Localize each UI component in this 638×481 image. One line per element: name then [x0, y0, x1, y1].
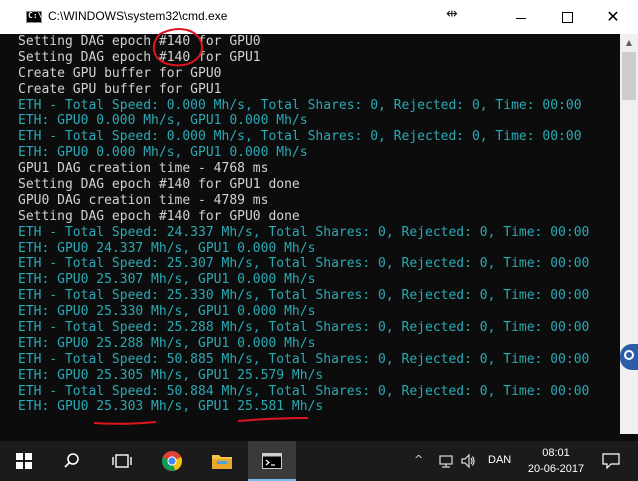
console-lines: Setting DAG epoch #140 for GPU0 Setting D… [18, 34, 589, 415]
edge-tab-widget[interactable] [620, 344, 638, 370]
search-button[interactable] [48, 441, 96, 481]
chrome-icon [161, 451, 183, 471]
volume-icon[interactable] [460, 453, 476, 469]
close-button[interactable]: ✕ [590, 0, 636, 34]
console-line: Setting DAG epoch #140 for GPU1 done [18, 177, 300, 193]
action-center-button[interactable] [596, 441, 626, 481]
cmd-icon [262, 453, 282, 469]
console-line: ETH - Total Speed: 25.330 Mh/s, Total Sh… [18, 288, 590, 304]
show-hidden-icons-chevron-icon[interactable]: ^ [414, 453, 423, 466]
vertical-scrollbar[interactable]: ▲ [620, 34, 638, 434]
console-line: ETH - Total Speed: 50.885 Mh/s, Total Sh… [18, 351, 590, 367]
clock-time[interactable]: 08:01 [528, 447, 584, 459]
resize-arrow-icon: ⇹ [446, 6, 458, 22]
start-button[interactable] [0, 441, 48, 481]
language-indicator[interactable]: DAN [488, 454, 511, 466]
scrollbar-thumb[interactable] [622, 52, 636, 100]
windows-logo-icon [16, 453, 32, 469]
console-line: ETH - Total Speed: 0.000 Mh/s, Total Sha… [18, 129, 582, 145]
console-line: ETH: GPU0 0.000 Mh/s, GPU1 0.000 Mh/s [18, 113, 308, 129]
cmd-taskbar-button[interactable] [248, 441, 296, 481]
task-view-button[interactable] [98, 441, 146, 481]
close-icon: ✕ [606, 7, 620, 26]
minimize-icon [516, 17, 526, 19]
console-line: ETH - Total Speed: 25.288 Mh/s, Total Sh… [18, 320, 590, 336]
search-icon [64, 453, 79, 468]
console-line: ETH: GPU0 24.337 Mh/s, GPU1 0.000 Mh/s [18, 240, 316, 256]
maximize-button[interactable] [544, 0, 590, 34]
notification-icon [602, 453, 620, 469]
console-line: ETH: GPU0 25.307 Mh/s, GPU1 0.000 Mh/s [18, 272, 316, 288]
console-line: Setting DAG epoch #140 for GPU0 done [18, 208, 300, 224]
console-line: ETH: GPU0 25.303 Mh/s, GPU1 25.581 Mh/s [18, 399, 324, 415]
windows-taskbar: ^ DAN 08:01 20-06-2017 [0, 441, 638, 481]
console-line: Setting DAG epoch #140 for GPU1 [18, 49, 261, 65]
minimize-button[interactable] [498, 0, 544, 34]
clock-date[interactable]: 20-06-2017 [522, 463, 590, 475]
window-title: C:\WINDOWS\system32\cmd.exe [48, 9, 228, 23]
console-line: ETH: GPU0 25.288 Mh/s, GPU1 0.000 Mh/s [18, 335, 316, 351]
file-explorer-button[interactable] [198, 441, 246, 481]
console-line: Setting DAG epoch #140 for GPU0 [18, 34, 261, 49]
console-line: ETH - Total Speed: 0.000 Mh/s, Total Sha… [18, 97, 582, 113]
console-line: ETH - Total Speed: 25.307 Mh/s, Total Sh… [18, 256, 590, 272]
console-line: Create GPU buffer for GPU0 [18, 65, 222, 81]
console-line: ETH - Total Speed: 24.337 Mh/s, Total Sh… [18, 224, 590, 240]
console-line: GPU0 DAG creation time - 4789 ms [18, 192, 269, 208]
window-title-bar[interactable]: C:\ C:\WINDOWS\system32\cmd.exe ⇹ ✕ [0, 0, 638, 34]
cmd-app-icon: C:\ [26, 11, 42, 23]
console-line: GPU1 DAG creation time - 4768 ms [18, 161, 269, 177]
console-line: ETH - Total Speed: 50.884 Mh/s, Total Sh… [18, 383, 590, 399]
task-view-icon [112, 454, 132, 468]
console-line: ETH: GPU0 0.000 Mh/s, GPU1 0.000 Mh/s [18, 145, 308, 161]
folder-icon [212, 455, 232, 469]
edge-widget-icon [624, 350, 634, 360]
console-line: Create GPU buffer for GPU1 [18, 81, 222, 97]
console-line: ETH: GPU0 25.305 Mh/s, GPU1 25.579 Mh/s [18, 367, 324, 383]
console-output[interactable]: Setting DAG epoch #140 for GPU0 Setting D… [0, 34, 620, 434]
scroll-up-arrow-icon[interactable]: ▲ [620, 34, 638, 51]
chrome-taskbar-button[interactable] [148, 441, 196, 481]
console-line: ETH: GPU0 25.330 Mh/s, GPU1 0.000 Mh/s [18, 304, 316, 320]
network-icon[interactable] [438, 453, 454, 469]
maximize-icon [561, 11, 573, 23]
